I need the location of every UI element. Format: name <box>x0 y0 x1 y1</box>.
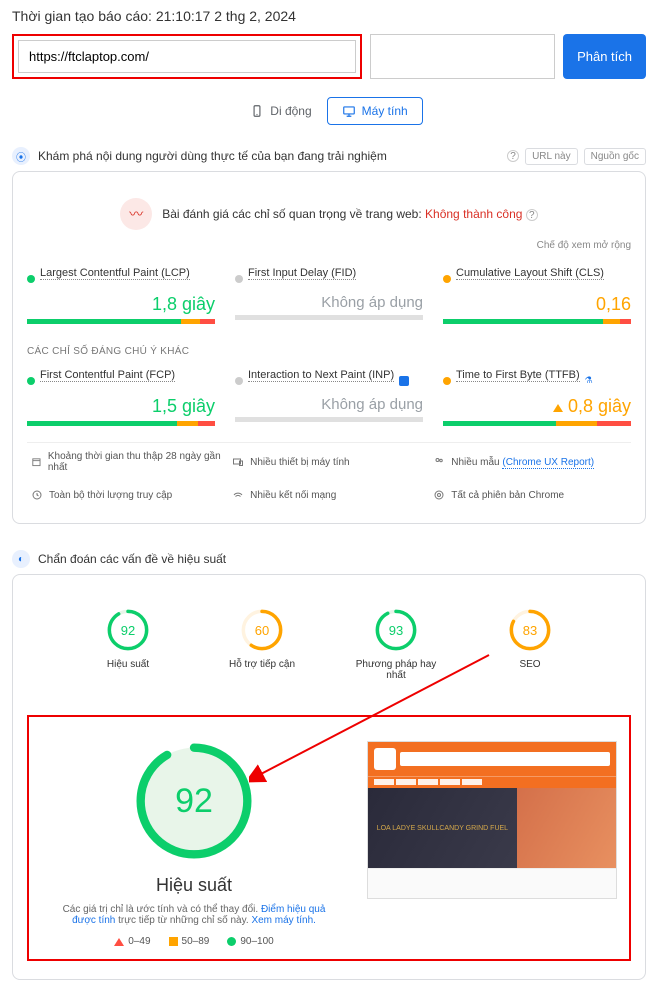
report-timestamp: Thời gian tạo báo cáo: 21:10:17 2 thg 2,… <box>12 8 646 24</box>
screenshot-thumbnail: LOA LADYE SKULLCANDY GRIND FUEL <box>367 741 617 899</box>
legend-avg: 50–89 <box>169 936 210 947</box>
fcp-value: 1,5 giây <box>27 396 215 417</box>
people-icon <box>433 456 445 468</box>
tab-mobile-label: Di động <box>270 104 311 118</box>
gauge-best-practices[interactable]: 93 Phương pháp hay nhất <box>351 609 441 681</box>
tab-desktop[interactable]: Máy tính <box>327 97 423 125</box>
cls-bar <box>443 319 631 324</box>
big-gauge-performance: 92 <box>134 741 254 861</box>
fcp-bar <box>27 421 215 426</box>
ttfb-bar <box>443 421 631 426</box>
ttfb-value: 0,8 giây <box>443 396 631 417</box>
fid-bar <box>235 315 423 320</box>
tab-mobile[interactable]: Di động <box>235 97 326 125</box>
analyze-button[interactable]: Phân tích <box>563 34 646 79</box>
fid-dot <box>235 275 243 283</box>
url-input-highlight <box>12 34 362 79</box>
info-connections: Nhiều kết nối mạng <box>228 481 429 509</box>
tab-desktop-label: Máy tính <box>362 104 408 118</box>
calendar-icon <box>31 456 42 468</box>
info-devices: Nhiều thiết bị máy tính <box>228 443 429 481</box>
lcp-name[interactable]: Largest Contentful Paint (LCP) <box>40 267 190 280</box>
cwv-banner: Bài đánh giá các chỉ số quan trọng về tr… <box>162 207 538 222</box>
gauge-seo[interactable]: 83 SEO <box>485 609 575 681</box>
expand-view-link[interactable]: Chế độ xem mở rộng <box>27 236 631 261</box>
other-metrics-header: CÁC CHỈ SỐ ĐÁNG CHÚ Ý KHÁC <box>27 330 631 363</box>
info-period: Khoảng thời gian thu thập 28 ngày gần nh… <box>27 443 228 481</box>
devices-icon <box>232 456 244 468</box>
hero-description: Các giá trị chỉ là ước tính và có thể th… <box>41 904 347 926</box>
cwv-status-icon: 〰 <box>120 198 152 230</box>
cls-name[interactable]: Cumulative Layout Shift (CLS) <box>456 267 604 280</box>
ttfb-exp-icon[interactable]: ⚗ <box>585 375 593 386</box>
inp-dot <box>235 377 243 385</box>
chrome-icon <box>433 489 445 501</box>
url-input-secondary[interactable] <box>370 34 555 79</box>
url-input[interactable] <box>18 40 356 73</box>
hero-title: Hiệu suất <box>41 875 347 896</box>
lcp-dot <box>27 275 35 283</box>
mobile-icon <box>250 104 264 118</box>
lcp-value: 1,8 giây <box>27 294 215 315</box>
inp-value: Không áp dụng <box>235 396 423 413</box>
fid-value: Không áp dụng <box>235 294 423 311</box>
fid-name[interactable]: First Input Delay (FID) <box>248 267 356 280</box>
cwv-help-icon[interactable]: ? <box>526 209 538 221</box>
network-icon <box>232 489 244 501</box>
ttfb-dot <box>443 377 451 385</box>
inp-info-icon[interactable] <box>399 376 409 386</box>
url-scope-pill[interactable]: URL này <box>525 148 578 165</box>
cls-dot <box>443 275 451 283</box>
ttfb-name[interactable]: Time to First Byte (TTFB) <box>456 369 580 382</box>
fcp-dot <box>27 377 35 385</box>
fcp-name[interactable]: First Contentful Paint (FCP) <box>40 369 175 382</box>
info-samples: Nhiều mẫu (Chrome UX Report) <box>429 443 630 481</box>
origin-scope-pill[interactable]: Nguồn gốc <box>584 148 646 165</box>
help-icon[interactable]: ? <box>507 150 519 162</box>
info-sessions: Toàn bộ thời lượng truy cập <box>27 481 228 509</box>
diagnose-title: Chẩn đoán các vấn đề về hiệu suất <box>38 552 226 566</box>
legend-pass: 90–100 <box>227 936 273 947</box>
calculator-link-2[interactable]: Xem máy tính. <box>251 915 315 926</box>
performance-hero-box: 92 Hiệu suất Các giá trị chỉ là ước tính… <box>27 715 631 961</box>
discover-icon: ⦿ <box>12 147 30 165</box>
lcp-bar <box>27 319 215 324</box>
cls-value: 0,16 <box>443 294 631 315</box>
gauge-performance[interactable]: 92 Hiệu suất <box>83 609 173 681</box>
discover-title: Khám phá nội dung người dùng thực tế của… <box>38 149 387 163</box>
clock-icon <box>31 489 43 501</box>
inp-name[interactable]: Interaction to Next Paint (INP) <box>248 369 394 382</box>
gauge-accessibility[interactable]: 60 Hỗ trợ tiếp cận <box>217 609 307 681</box>
inp-bar <box>235 417 423 422</box>
desktop-icon <box>342 104 356 118</box>
crux-link[interactable]: (Chrome UX Report) <box>502 457 594 469</box>
legend-fail: 0–49 <box>114 936 150 947</box>
diagnose-icon: ◐ <box>12 550 30 568</box>
info-versions: Tất cả phiên bản Chrome <box>429 481 630 509</box>
